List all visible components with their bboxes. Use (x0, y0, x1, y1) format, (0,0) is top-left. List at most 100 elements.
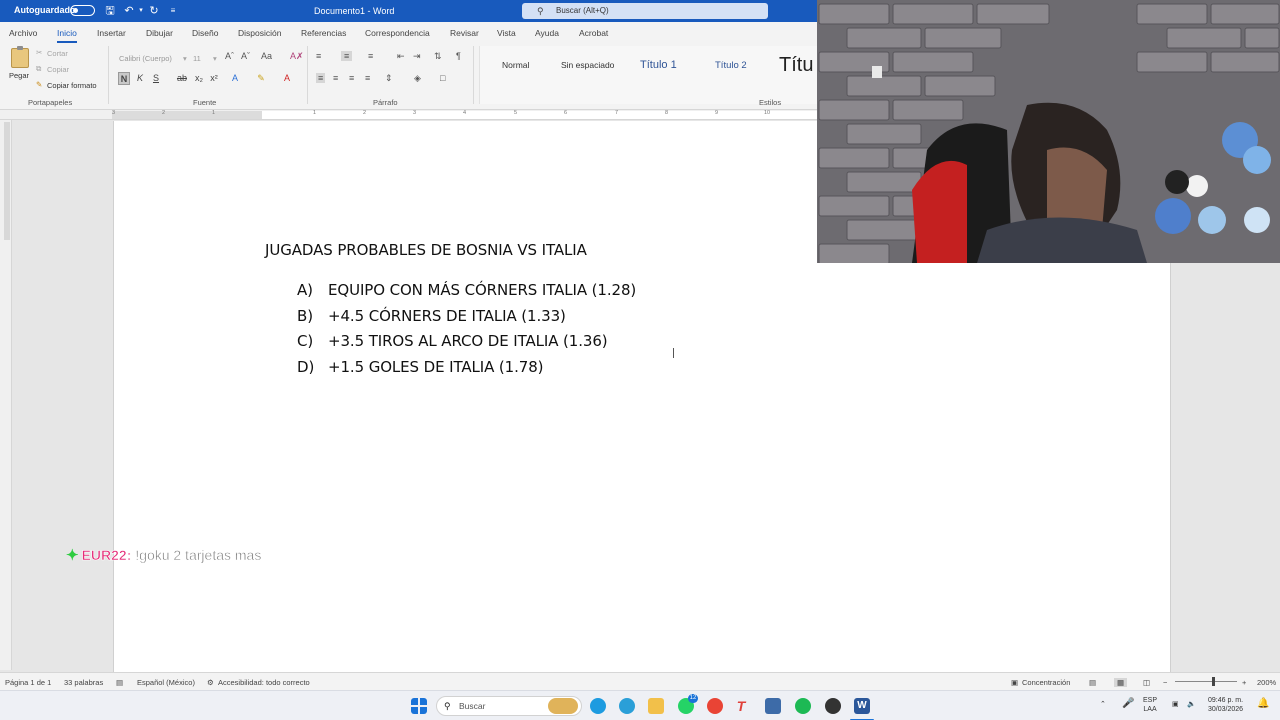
group-label-font: Fuente (193, 98, 217, 107)
cut-icon[interactable]: ✂ (36, 48, 42, 57)
superscript-icon[interactable]: x² (208, 72, 220, 85)
focus-icon[interactable]: ▣ (1011, 678, 1018, 687)
bullets-icon[interactable]: ≡ (316, 51, 321, 61)
zoom-out-icon[interactable]: − (1163, 678, 1167, 687)
text-effects-icon[interactable]: A (229, 72, 241, 85)
language-indicator[interactable]: ESP LAA (1143, 696, 1157, 714)
edge-icon[interactable] (590, 698, 606, 714)
bold-button[interactable]: N (118, 72, 130, 85)
save-icon[interactable]: 🖫 (103, 4, 117, 18)
zoom-in-icon[interactable]: + (1242, 678, 1246, 687)
grow-font-icon[interactable]: Aˆ (225, 51, 234, 61)
tab-referencias[interactable]: Referencias (301, 28, 346, 38)
format-painter-button[interactable]: Copiar formato (47, 81, 97, 90)
tab-acrobat[interactable]: Acrobat (579, 28, 608, 38)
tab-disposicion[interactable]: Disposición (238, 28, 281, 38)
format-painter-icon[interactable]: ✎ (36, 80, 42, 89)
telegram-icon[interactable] (619, 698, 635, 714)
borders-icon[interactable]: □ (440, 73, 445, 83)
calculator-icon[interactable] (765, 698, 781, 714)
clock[interactable]: 09:46 p. m. 30/03/2026 (1208, 696, 1243, 714)
clear-formatting-icon[interactable]: A✗ (290, 51, 304, 62)
italic-button[interactable]: K (134, 72, 146, 85)
zoom-slider-thumb[interactable] (1212, 677, 1215, 686)
shading-icon[interactable]: ◈ (414, 73, 421, 84)
zoom-level[interactable]: 200% (1257, 678, 1276, 687)
numbering-icon[interactable]: ≡ (341, 51, 353, 61)
style-sin-espaciado[interactable]: Sin espaciado (561, 60, 614, 70)
word-icon[interactable]: W (854, 698, 870, 714)
word-count[interactable]: 33 palabras (64, 678, 103, 687)
network-icon[interactable]: ▣ (1172, 700, 1179, 709)
justify-icon[interactable]: ≡ (365, 73, 370, 83)
accessibility-status[interactable]: Accesibilidad: todo correcto (218, 678, 310, 687)
decrease-indent-icon[interactable]: ⇤ (397, 51, 405, 62)
tab-inicio[interactable]: Inicio (57, 28, 77, 43)
tab-vista[interactable]: Vista (497, 28, 516, 38)
proofing-icon[interactable]: ▤ (116, 678, 123, 687)
style-titulo[interactable]: Títu (779, 54, 813, 77)
search-box[interactable]: ⚲ Buscar (Alt+Q) (522, 3, 768, 19)
ruler-tick: 1 (212, 110, 216, 116)
customize-toolbar-icon[interactable]: ≡ (166, 4, 180, 18)
line-spacing-icon[interactable]: ⇕ (385, 73, 393, 84)
print-layout-icon[interactable]: ▦ (1114, 678, 1128, 687)
paste-icon[interactable] (11, 46, 29, 68)
web-layout-icon[interactable]: ◫ (1143, 678, 1150, 687)
align-left-icon[interactable]: ≡ (316, 73, 326, 83)
search-highlight-icon[interactable] (548, 698, 578, 714)
language-status[interactable]: Español (México) (137, 678, 195, 687)
sort-icon[interactable]: ⇅ (434, 51, 442, 62)
spotify-icon[interactable] (795, 698, 811, 714)
autosave-toggle[interactable] (70, 5, 95, 16)
tab-insertar[interactable]: Insertar (97, 28, 126, 38)
style-normal[interactable]: Normal (502, 60, 529, 70)
font-name-box[interactable]: Calibri (Cuerpo) (117, 52, 191, 65)
windows-start-icon[interactable] (411, 698, 427, 714)
align-right-icon[interactable]: ≡ (349, 73, 354, 83)
ruler-tick: 9 (715, 110, 719, 116)
subscript-icon[interactable]: x₂ (193, 72, 205, 85)
typora-icon[interactable]: T (733, 698, 749, 714)
title-bar: Autoguardado 🖫 ↶ ▾ ↻ ≡ Documento1 - Word… (0, 0, 817, 22)
show-formatting-icon[interactable]: ¶ (456, 51, 461, 61)
shrink-font-icon[interactable]: Aˇ (241, 51, 250, 61)
file-explorer-icon[interactable] (648, 698, 664, 714)
font-name-dropdown-icon[interactable]: ▾ (183, 54, 187, 63)
redo-icon[interactable]: ↻ (147, 4, 161, 18)
zoom-slider[interactable] (1175, 681, 1237, 682)
cut-button[interactable]: Cortar (47, 49, 68, 58)
style-titulo-1[interactable]: Título 1 (640, 59, 677, 71)
increase-indent-icon[interactable]: ⇥ (413, 51, 421, 62)
font-size-dropdown-icon[interactable]: ▾ (213, 54, 217, 63)
underline-button[interactable]: S (150, 72, 162, 85)
tab-dibujar[interactable]: Dibujar (146, 28, 173, 38)
strikethrough-icon[interactable]: ab (176, 72, 188, 85)
font-color-icon[interactable]: A (281, 72, 293, 85)
paste-button[interactable]: Pegar (9, 71, 29, 80)
chrome-icon[interactable] (707, 698, 723, 714)
tab-correspondencia[interactable]: Correspondencia (365, 28, 430, 38)
volume-icon[interactable]: 🔈 (1187, 700, 1196, 709)
tab-diseno[interactable]: Diseño (192, 28, 218, 38)
tray-overflow-icon[interactable]: ⌃ (1100, 700, 1106, 709)
tab-archivo[interactable]: Archivo (9, 28, 37, 38)
copy-icon[interactable]: ⧉ (36, 64, 41, 74)
read-mode-icon[interactable]: ▤ (1089, 678, 1096, 687)
obs-icon[interactable] (825, 698, 841, 714)
accessibility-icon[interactable]: ⚙ (207, 678, 214, 687)
highlight-color-icon[interactable]: ✎ (255, 72, 267, 85)
change-case-icon[interactable]: Aa (261, 51, 272, 61)
style-titulo-2[interactable]: Título 2 (715, 60, 747, 71)
multilevel-list-icon[interactable]: ≡ (368, 51, 373, 61)
ruler-tick: 2 (162, 110, 166, 116)
tab-ayuda[interactable]: Ayuda (535, 28, 559, 38)
align-center-icon[interactable]: ≡ (333, 73, 338, 83)
tab-revisar[interactable]: Revisar (450, 28, 479, 38)
copy-button[interactable]: Copiar (47, 65, 69, 74)
microphone-icon[interactable]: 🎤 (1122, 699, 1134, 709)
focus-button[interactable]: Concentración (1022, 678, 1070, 687)
page-count[interactable]: Página 1 de 1 (5, 678, 51, 687)
notifications-icon[interactable]: 🔔 (1257, 699, 1269, 709)
undo-dropdown-icon[interactable]: ▾ (134, 4, 148, 18)
